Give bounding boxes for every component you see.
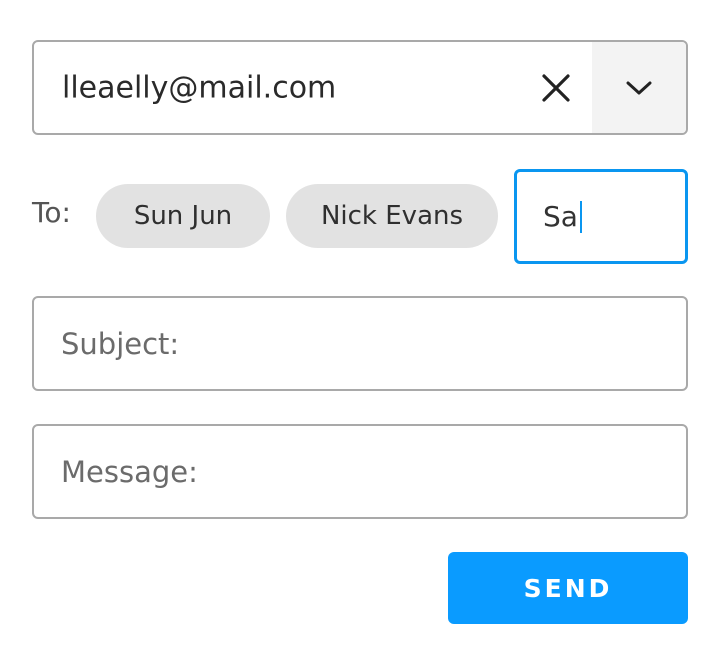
recipient-chip[interactable]: Sun Jun xyxy=(96,184,270,248)
recipient-input[interactable]: Sa xyxy=(514,169,688,264)
from-dropdown-button[interactable] xyxy=(592,42,686,133)
send-button-label: SEND xyxy=(523,573,613,603)
recipient-name: Nick Evans xyxy=(320,201,464,231)
to-label: To: xyxy=(32,196,71,229)
recipient-chip[interactable]: Nick Evans xyxy=(286,184,498,248)
message-placeholder: Message: xyxy=(61,454,198,489)
message-field[interactable]: Message: xyxy=(32,424,688,519)
subject-placeholder: Subject: xyxy=(61,326,180,361)
chevron-down-icon xyxy=(626,81,652,94)
recipient-input-value: Sa xyxy=(543,200,578,233)
subject-field[interactable]: Subject: xyxy=(32,296,688,391)
close-icon xyxy=(542,73,570,102)
from-combobox[interactable]: lleaelly@mail.com xyxy=(32,40,688,135)
recipient-name: Sun Jun xyxy=(133,201,233,231)
from-email-value: lleaelly@mail.com xyxy=(62,70,337,105)
clear-from-button[interactable] xyxy=(524,42,588,133)
text-caret xyxy=(579,200,582,233)
compose-form: lleaelly@mail.com To: Sun Jun Nick Evans… xyxy=(0,0,720,664)
send-button[interactable]: SEND xyxy=(448,552,688,624)
